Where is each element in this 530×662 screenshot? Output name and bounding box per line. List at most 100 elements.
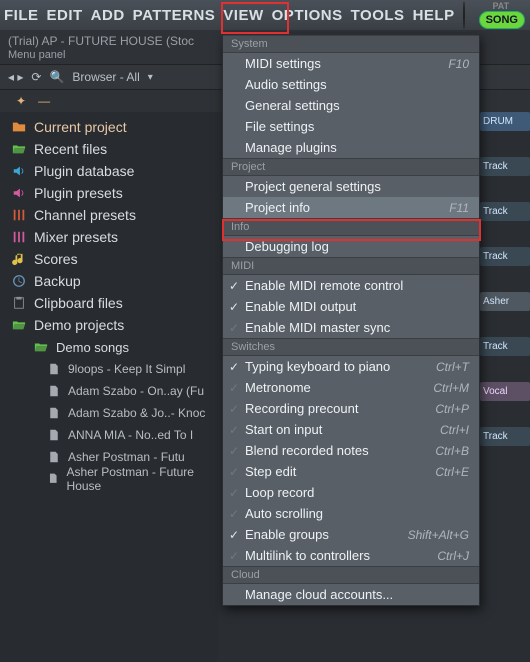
track-clip[interactable]: Track [480,157,530,176]
tree-node[interactable]: Recent files [0,138,218,160]
track-clip[interactable]: Track [480,337,530,356]
menu-item-label: Audio settings [245,77,327,92]
sliders-icon [12,208,26,222]
tree-node[interactable]: Mixer presets [0,226,218,248]
menu-section-header: Switches [223,338,479,356]
track-clip[interactable]: Track [480,202,530,221]
menu-item[interactable]: ✓Start on inputCtrl+I [223,419,479,440]
unchecked-icon: ✓ [229,381,239,395]
track-clip[interactable]: Track [480,427,530,446]
menu-view[interactable]: VIEW [223,7,263,24]
tree-node[interactable]: Channel presets [0,204,218,226]
tree-label: Channel presets [34,207,136,223]
reload-icon[interactable]: ⟳ [31,70,41,84]
menu-file[interactable]: FILE [4,7,39,24]
tree-node[interactable]: ANNA MIA - No..ed To I [0,424,218,446]
tree-node[interactable]: Current project [0,116,218,138]
tree-label: Recent files [34,141,107,157]
unchecked-icon: ✓ [229,507,239,521]
menu-item-label: General settings [245,98,340,113]
menu-item[interactable]: ✓Enable groupsShift+Alt+G [223,524,479,545]
menu-item-label: Project general settings [245,179,381,194]
clock-icon [12,274,26,288]
menu-item[interactable]: ✓Loop record [223,482,479,503]
browser-filter-chevron[interactable]: ▾ [148,72,153,83]
tree-node[interactable]: Backup [0,270,218,292]
menu-tools[interactable]: TOOLS [351,7,405,24]
track-clip[interactable]: Track [480,247,530,266]
menu-edit[interactable]: EDIT [47,7,83,24]
menu-patterns[interactable]: PATTERNS [133,7,216,24]
menu-item[interactable]: ✓Recording precountCtrl+P [223,398,479,419]
menu-section-header: Cloud [223,566,479,584]
unchecked-icon: ✓ [229,321,239,335]
menu-item-label: Enable MIDI remote control [245,278,403,293]
tree-label: Current project [34,119,127,135]
menu-item-label: Debugging log [245,239,329,254]
menu-item[interactable]: Audio settings [223,74,479,95]
tree-node[interactable]: Adam Szabo & Jo..- Knoc [0,402,218,424]
unchecked-icon: ✓ [229,549,239,563]
tree-label: Asher Postman - Futu [68,450,185,464]
menu-shortcut: Ctrl+J [437,549,469,563]
menu-help[interactable]: HELP [413,7,455,24]
check-icon: ✓ [229,528,239,542]
menu-section-header: Project [223,158,479,176]
menu-item[interactable]: MIDI settingsF10 [223,53,479,74]
menu-item-label: Manage plugins [245,140,337,155]
tree-node[interactable]: Plugin presets [0,182,218,204]
tree-node[interactable]: Clipboard files [0,292,218,314]
unchecked-icon: ✓ [229,444,239,458]
tree-node[interactable]: Asher Postman - Future House [0,468,218,490]
nav-arrows[interactable]: ◂ ▸ [8,70,23,84]
menu-item[interactable]: ✓Typing keyboard to pianoCtrl+T [223,356,479,377]
menu-item-label: Project info [245,200,310,215]
check-icon: ✓ [229,279,239,293]
tree-node[interactable]: Plugin database [0,160,218,182]
tree-node[interactable]: Adam Szabo - On..ay (Fu [0,380,218,402]
dash-icon: — [38,94,50,108]
track-clip[interactable]: Asher [480,292,530,311]
tree-node[interactable]: Scores [0,248,218,270]
menu-item[interactable]: File settings [223,116,479,137]
menu-item[interactable]: ✓Auto scrolling [223,503,479,524]
track-clip[interactable]: Vocal [480,382,530,401]
menu-add[interactable]: ADD [91,7,125,24]
tree-label: Adam Szabo & Jo..- Knoc [68,406,205,420]
star-icon[interactable]: ✦ [16,94,26,108]
menu-item-label: Enable MIDI master sync [245,320,390,335]
menu-item[interactable]: Debugging log [223,236,479,257]
menu-item[interactable]: Manage cloud accounts... [223,584,479,605]
menu-options[interactable]: OPTIONS [272,7,343,24]
menu-shortcut: Ctrl+T [436,360,469,374]
menu-item[interactable]: Project infoF11 [223,197,479,218]
tree-node[interactable]: Demo songs [0,336,218,358]
search-icon[interactable]: 🔍 [49,70,64,84]
menu-item[interactable]: Manage plugins [223,137,479,158]
file-icon [48,473,59,485]
menu-item[interactable]: ✓ Enable MIDI remote control [223,275,479,296]
menu-item[interactable]: ✓MetronomeCtrl+M [223,377,479,398]
song-mode-button[interactable]: SONG [479,11,525,29]
menu-item[interactable]: General settings [223,95,479,116]
note-icon [12,252,26,266]
menu-item[interactable]: Project general settings [223,176,479,197]
tree-label: Demo songs [56,340,129,355]
menu-item[interactable]: ✓Blend recorded notesCtrl+B [223,440,479,461]
check-icon: ✓ [229,360,239,374]
main-volume-knob[interactable] [463,1,465,29]
file-icon [48,363,60,375]
tree-node[interactable]: 9loops - Keep It Simpl [0,358,218,380]
tree-node[interactable]: Demo projects [0,314,218,336]
menu-shortcut: Ctrl+M [433,381,469,395]
tree-label: 9loops - Keep It Simpl [68,362,185,376]
tree-label: ANNA MIA - No..ed To I [68,428,193,442]
menu-section-header: System [223,35,479,53]
menu-item[interactable]: ✓ Enable MIDI master sync [223,317,479,338]
menu-item[interactable]: ✓Multilink to controllersCtrl+J [223,545,479,566]
tree-label: Mixer presets [34,229,118,245]
track-clip[interactable]: DRUM [480,112,530,131]
menu-item[interactable]: ✓Enable MIDI output [223,296,479,317]
playlist-tracks: DRUM Track Track Track Asher Track Vocal Track [480,112,530,446]
menu-item[interactable]: ✓Step editCtrl+E [223,461,479,482]
